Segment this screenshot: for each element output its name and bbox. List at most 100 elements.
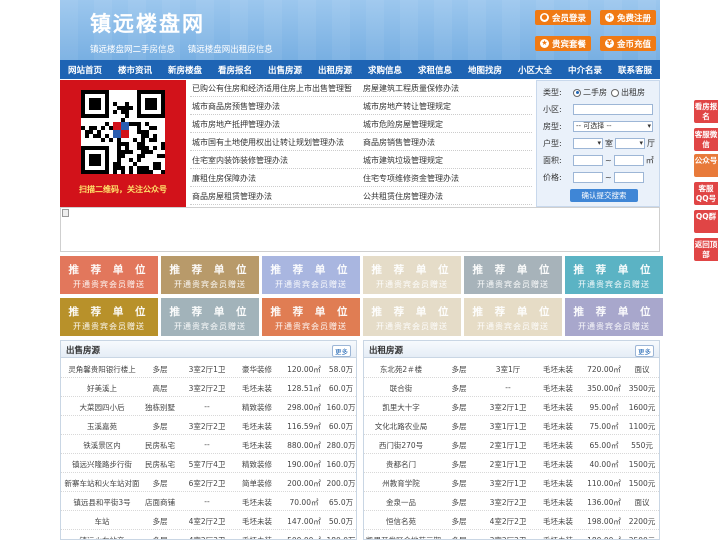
rooms-select[interactable] <box>573 138 603 149</box>
nav-for-sale[interactable]: 出售房源 <box>260 60 310 79</box>
table-row[interactable]: 联合街 多层 -- 毛坯未装 350.00㎡ 3500元 <box>364 378 659 397</box>
vip-button[interactable]: ★ 贵宾套餐 <box>535 36 591 51</box>
news-link[interactable]: 城市国有土地使用权出让转让规划管理办法 <box>190 134 361 150</box>
news-link[interactable]: 商品房销售管理办法 <box>361 134 532 150</box>
table-row[interactable]: 大菜园四小后 独栋别墅 -- 精致装修 298.00㎡ 160.0万 <box>61 397 356 416</box>
price-min-input[interactable] <box>573 172 603 183</box>
nav-agents[interactable]: 中介名录 <box>560 60 610 79</box>
news-link[interactable]: 住宅室内装饰装修管理办法 <box>190 152 361 168</box>
table-row[interactable]: 文化北路农业局 多层 3室1厅1卫 毛坯未装 75.00㎡ 1100元 <box>364 416 659 435</box>
recommend-tile[interactable]: 推 荐 单 位开通贵宾会员赠送 <box>363 298 461 336</box>
recommend-tile[interactable]: 推 荐 单 位开通贵宾会员赠送 <box>464 298 562 336</box>
search-submit-button[interactable]: 确认提交搜索 <box>570 189 638 202</box>
table-cell: 民房私宅 <box>145 441 175 450</box>
table-cell: 毛坯未装 <box>242 441 272 450</box>
table-row[interactable]: 凯里开发区金地苑三期多层3室2厅2卫毛坯未装180.00㎡2500元 <box>364 530 659 539</box>
table-cell: 3室2厅1卫 <box>489 479 527 488</box>
table-row[interactable]: 恒信名苑 多层 4室2厅2卫 毛坯未装 198.00㎡ 2200元 <box>364 511 659 530</box>
nav-for-rent[interactable]: 出租房源 <box>310 60 360 79</box>
news-link[interactable]: 公共租赁住房管理办法 <box>361 188 532 204</box>
news-link[interactable]: 城市房地产抵押管理办法 <box>190 116 361 132</box>
recommend-tile[interactable]: 推 荐 单 位开通贵宾会员赠送 <box>161 256 259 294</box>
float-button[interactable]: QQ群 <box>694 210 718 233</box>
nav-map[interactable]: 地图找房 <box>460 60 510 79</box>
table-row[interactable]: 车站 多层 4室2厅2卫 毛坯未装 147.00㎡ 50.0万 <box>61 511 356 530</box>
float-button[interactable]: 看房报名 <box>694 100 718 123</box>
nav-communities[interactable]: 小区大全 <box>510 60 560 79</box>
nav-contact[interactable]: 联系客服 <box>610 60 660 79</box>
table-cell: 面议 <box>634 365 650 374</box>
nav-home[interactable]: 网站首页 <box>60 60 110 79</box>
radio-secondhand[interactable] <box>573 88 581 97</box>
coin-button[interactable]: ¥ 金币充值 <box>600 36 656 51</box>
table-cell: 160.0万 <box>326 403 356 412</box>
recommend-tile[interactable]: 推 荐 单 位开通贵宾会员赠送 <box>565 298 663 336</box>
nav-news[interactable]: 楼市资讯 <box>110 60 160 79</box>
recommend-tile[interactable]: 推 荐 单 位开通贵宾会员赠送 <box>60 256 158 294</box>
price-max-input[interactable] <box>613 172 644 183</box>
table-cell: 3室2厅2卫 <box>188 422 226 431</box>
table-row[interactable]: 玉溪嘉苑 多层 3室2厅2卫 毛坯未装 116.59㎡ 60.0万 <box>61 416 356 435</box>
table-row[interactable]: 灵角馨贵阳银行楼上 多层 3室2厅1卫 豪华装修 120.00㎡ 58.0万 <box>61 359 356 378</box>
rent-panel-title: 出租房源 <box>369 346 404 356</box>
rent-more-button[interactable]: 更多 <box>635 345 654 357</box>
table-row[interactable]: 铁溪景区内 民房私宅 -- 毛坯未装 880.00㎡ 280.0万 <box>61 435 356 454</box>
recommend-tile[interactable]: 推 荐 单 位开通贵宾会员赠送 <box>161 298 259 336</box>
table-row[interactable]: 凯里大十字 多层 3室2厅1卫 毛坯未装 95.00㎡ 1600元 <box>364 397 659 416</box>
page: 镇远楼盘网 镇远楼盘网二手房信息 镇远楼盘网出租房信息 ● 会员登录 + 免费注册 … <box>60 0 660 207</box>
table-row[interactable]: 新寨车站和火车站对面 多层 6室2厅2卫 简单装修 200.00㎡ 200.0万 <box>61 473 356 492</box>
sale-more-button[interactable]: 更多 <box>332 345 351 357</box>
news-link[interactable]: 城市商品房预售管理办法 <box>190 98 361 114</box>
news-link[interactable]: 城市建筑垃圾管理规定 <box>361 152 532 168</box>
table-row[interactable]: 州教育学院 多层 3室2厅1卫 毛坯未装 110.00㎡ 1500元 <box>364 473 659 492</box>
site-title[interactable]: 镇远楼盘网 <box>90 8 205 38</box>
sub-link-sale[interactable]: 镇远楼盘网二手房信息 <box>90 45 175 55</box>
table-row[interactable]: 镇远县和平街3号 店面商铺 -- 毛坯未装 70.00㎡ 65.0万 <box>61 492 356 511</box>
news-link[interactable]: 已购公有住房和经济适用住房上市出售管理暂 <box>190 80 361 96</box>
recommend-tile[interactable]: 推 荐 单 位开通贵宾会员赠送 <box>565 256 663 294</box>
float-button[interactable]: 公众号 <box>694 154 718 177</box>
table-row[interactable]: 镇远兴隆路步行街 民房私宅 5室7厅4卫 精致装修 190.00㎡ 160.0万 <box>61 454 356 473</box>
area-min-input[interactable] <box>573 155 603 166</box>
nav-want-buy[interactable]: 求购信息 <box>360 60 410 79</box>
table-row[interactable]: 好美溪上 高层 3室2厅2卫 毛坯未装 128.51㎡ 60.0万 <box>61 378 356 397</box>
table-cell: 75.00㎡ <box>589 422 619 431</box>
float-button[interactable]: 客服QQ号 <box>694 182 718 205</box>
table-row[interactable]: 金泉一品 多层 3室2厅2卫 毛坯未装 136.00㎡ 面议 <box>364 492 659 511</box>
recommend-title: 推 荐 单 位 <box>270 306 352 318</box>
news-link[interactable]: 住宅专项维修资金管理办法 <box>361 170 532 186</box>
news-link[interactable]: 商品房屋租赁管理办法 <box>190 188 361 204</box>
nav-viewing-signup[interactable]: 看房报名 <box>210 60 260 79</box>
news-link[interactable]: 城市房地产转让管理规定 <box>361 98 532 114</box>
sub-link-rent[interactable]: 镇远楼盘网出租房信息 <box>188 45 273 55</box>
recommend-tile[interactable]: 推 荐 单 位开通贵宾会员赠送 <box>262 298 360 336</box>
table-row[interactable]: 贵都名门 多层 2室1厅1卫 毛坯未装 40.00㎡ 1500元 <box>364 454 659 473</box>
radio-rent[interactable] <box>611 88 619 97</box>
float-button[interactable]: 返回顶部 <box>694 238 718 261</box>
register-button[interactable]: + 免费注册 <box>600 10 656 25</box>
house-type-select[interactable]: -- 可选择 -- <box>573 121 653 132</box>
table-row[interactable]: 东北苑2＃楼 多层 3室1厅 毛坯未装 720.00㎡ 面议 <box>364 359 659 378</box>
community-input[interactable] <box>573 104 653 115</box>
table-cell: 独栋别墅 <box>145 403 175 412</box>
float-button[interactable]: 客服微信 <box>694 128 718 151</box>
news-link[interactable]: 廉租住房保障办法 <box>190 170 361 186</box>
banner-ad[interactable] <box>60 207 660 252</box>
recommend-tile[interactable]: 推 荐 单 位开通贵宾会员赠送 <box>262 256 360 294</box>
login-button[interactable]: ● 会员登录 <box>535 10 591 25</box>
nav-new-homes[interactable]: 新房楼盘 <box>160 60 210 79</box>
halls-select[interactable] <box>615 138 645 149</box>
recommend-tile[interactable]: 推 荐 单 位开通贵宾会员赠送 <box>464 256 562 294</box>
news-link[interactable]: 城市危险房屋管理规定 <box>361 116 532 132</box>
table-row[interactable]: 西门街270号 多层 2室1厅1卫 毛坯未装 65.00㎡ 550元 <box>364 435 659 454</box>
news-link[interactable]: 房屋建筑工程质量保修办法 <box>361 80 532 96</box>
table-cell: 40.00㎡ <box>589 460 619 469</box>
recommend-tile[interactable]: 推 荐 单 位开通贵宾会员赠送 <box>363 256 461 294</box>
table-cell: 58.0万 <box>328 365 354 374</box>
nav-want-rent[interactable]: 求租信息 <box>410 60 460 79</box>
area-max-input[interactable] <box>613 155 644 166</box>
recommend-tile[interactable]: 推 荐 单 位开通贵宾会员赠送 <box>60 298 158 336</box>
table-cell: 3室2厅1卫 <box>188 365 226 374</box>
table-row[interactable]: 镇远火车站旁多层4室2厅3卫毛坯未装500.00㎡180.0万 <box>61 530 356 539</box>
recommend-sub: 开通贵宾会员赠送 <box>578 322 650 331</box>
